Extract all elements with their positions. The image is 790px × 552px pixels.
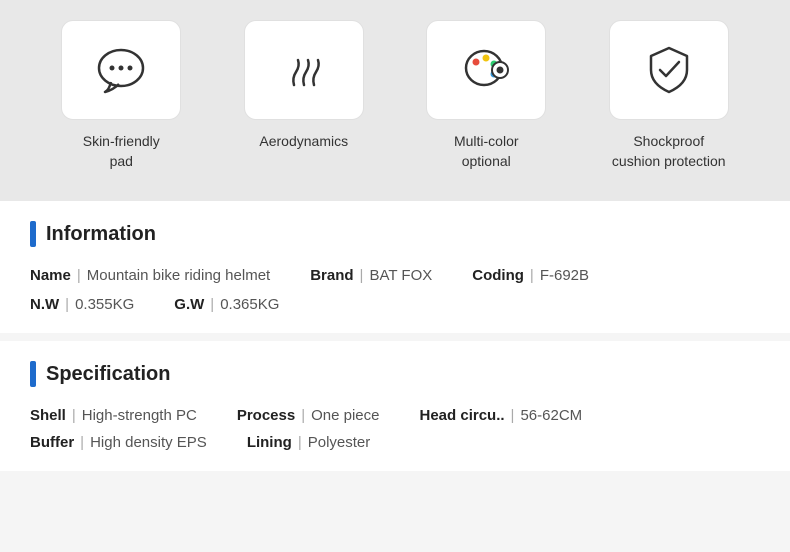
buffer-label: Buffer [30,434,74,451]
spec-buffer: Buffer | High density EPS [30,434,207,451]
aerodynamics-icon-box [244,20,364,120]
skin-friendly-icon-box [61,20,181,120]
information-title: Information [30,221,760,247]
info-nw: N.W | 0.355KG [30,296,134,313]
buffer-value: High density EPS [90,434,207,451]
spec-process: Process | One piece [237,407,380,424]
head-circu-sep: | [511,407,515,424]
spec-title-bar [30,361,36,387]
coding-value: F-692B [540,267,589,284]
name-value: Mountain bike riding helmet [87,267,270,284]
spec-row-1: Shell | High-strength PC Process | One p… [30,407,760,424]
spec-shell: Shell | High-strength PC [30,407,197,424]
multi-color-icon-box [426,20,546,120]
lining-sep: | [298,434,302,451]
feature-skin-friendly: Skin-friendlypad [46,20,196,171]
brand-sep: | [360,267,364,284]
features-section: Skin-friendlypad Aerodynamics [0,0,790,201]
chat-bubble-icon [91,40,151,100]
info-gw: G.W | 0.365KG [174,296,279,313]
information-section: Information Name | Mountain bike riding … [0,201,790,341]
name-sep: | [77,267,81,284]
specification-title: Specification [30,361,760,387]
feature-shockproof: Shockproofcushion protection [594,20,744,171]
shield-check-icon [639,40,699,100]
lining-label: Lining [247,434,292,451]
feature-aerodynamics: Aerodynamics [229,20,379,152]
info-name: Name | Mountain bike riding helmet [30,267,270,284]
lining-value: Polyester [308,434,371,451]
coding-label: Coding [472,267,524,284]
spec-lining: Lining | Polyester [247,434,370,451]
info-row-2: N.W | 0.355KG G.W | 0.365KG [30,296,760,313]
info-title-bar [30,221,36,247]
head-circu-label: Head circu.. [420,407,505,424]
shockproof-label: Shockproofcushion protection [612,132,726,171]
spec-row-2: Buffer | High density EPS Lining | Polye… [30,434,760,451]
process-sep: | [301,407,305,424]
palette-icon [456,40,516,100]
name-label: Name [30,267,71,284]
steam-icon [274,40,334,100]
brand-label: Brand [310,267,353,284]
gw-label: G.W [174,296,204,313]
skin-friendly-label: Skin-friendlypad [83,132,160,171]
shell-sep: | [72,407,76,424]
info-row-1: Name | Mountain bike riding helmet Brand… [30,267,760,284]
buffer-sep: | [80,434,84,451]
gw-sep: | [210,296,214,313]
brand-value: BAT FOX [369,267,432,284]
shell-value: High-strength PC [82,407,197,424]
shell-label: Shell [30,407,66,424]
information-title-text: Information [46,223,156,246]
specification-section: Specification Shell | High-strength PC P… [0,341,790,471]
information-grid: Name | Mountain bike riding helmet Brand… [30,267,760,313]
nw-sep: | [65,296,69,313]
info-brand: Brand | BAT FOX [310,267,432,284]
feature-multi-color: Multi-coloroptional [411,20,561,171]
multi-color-label: Multi-coloroptional [454,132,519,171]
process-label: Process [237,407,295,424]
specification-title-text: Specification [46,363,170,386]
coding-sep: | [530,267,534,284]
spec-head-circu: Head circu.. | 56-62CM [420,407,583,424]
nw-value: 0.355KG [75,296,134,313]
nw-label: N.W [30,296,59,313]
gw-value: 0.365KG [220,296,279,313]
process-value: One piece [311,407,379,424]
head-circu-value: 56-62CM [520,407,582,424]
info-coding: Coding | F-692B [472,267,589,284]
shockproof-icon-box [609,20,729,120]
aerodynamics-label: Aerodynamics [259,132,348,152]
